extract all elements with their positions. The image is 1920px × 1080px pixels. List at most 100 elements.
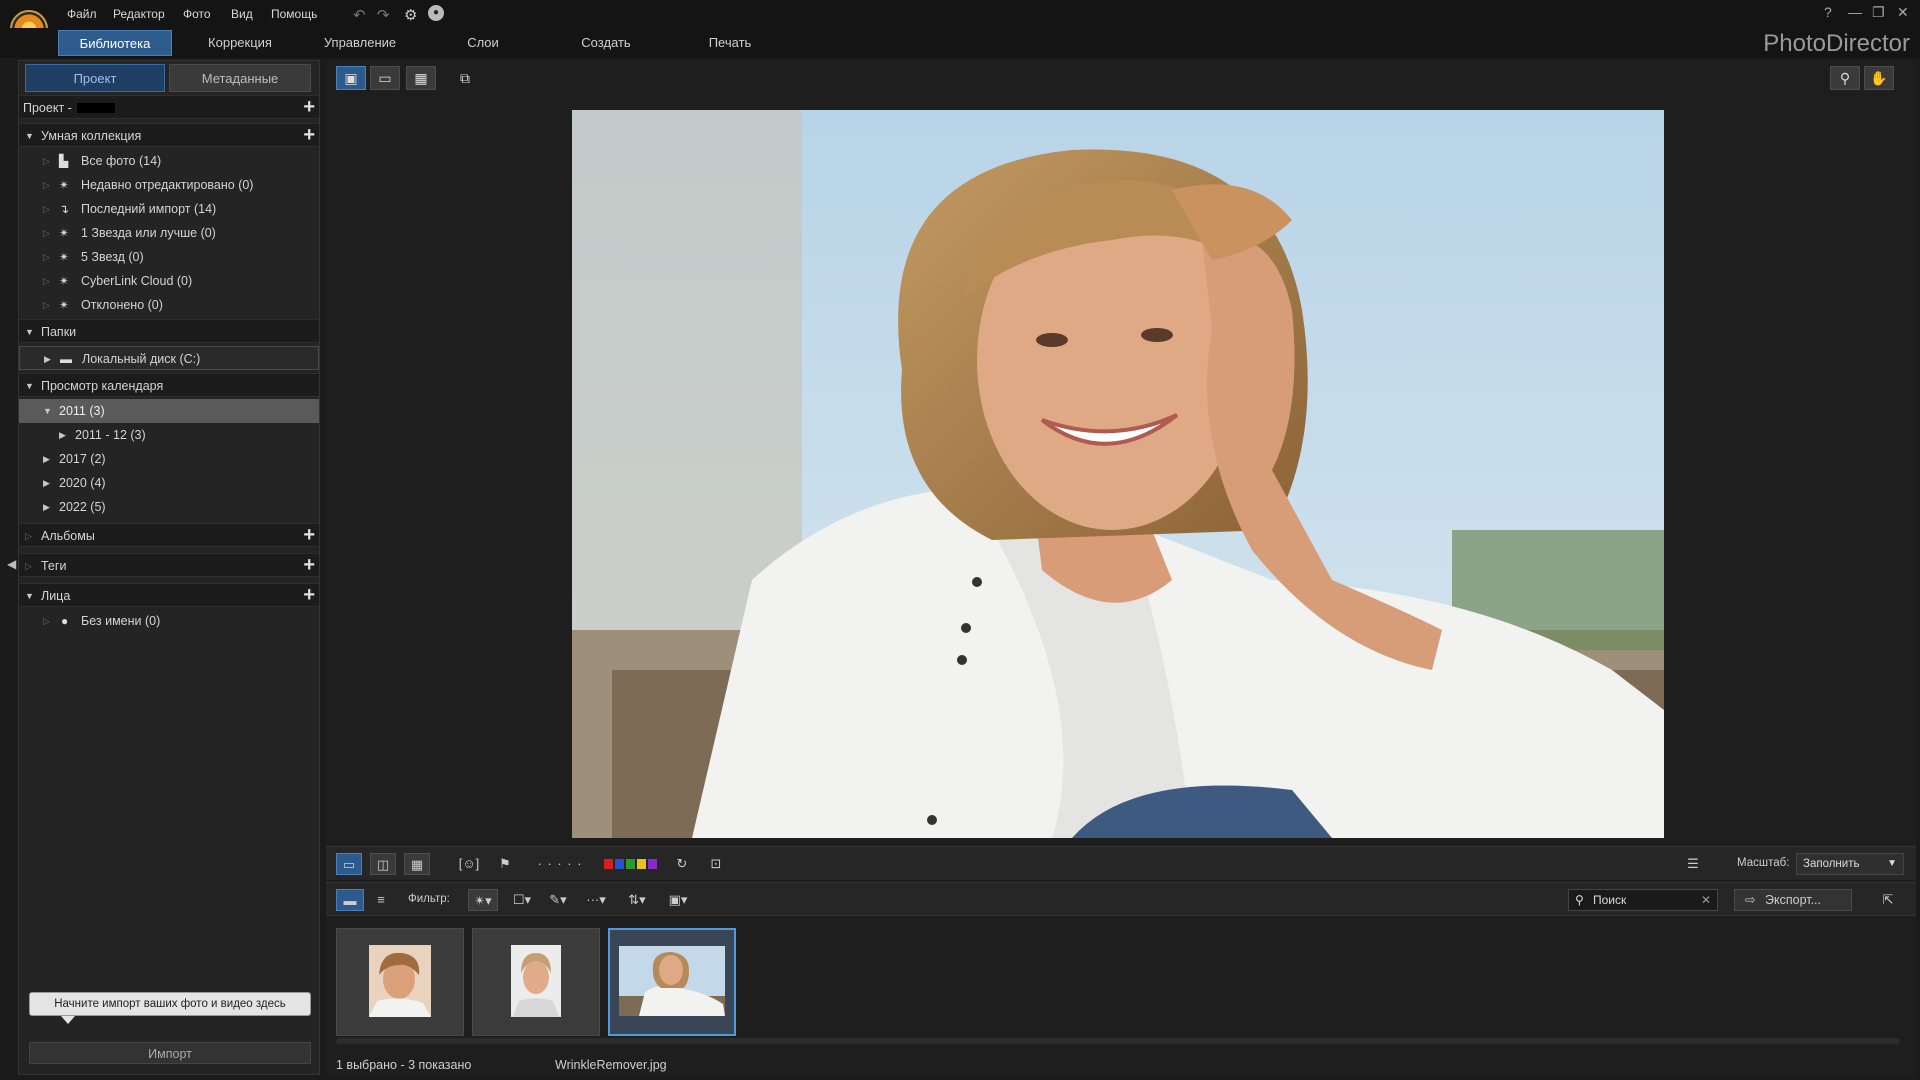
help-button[interactable]: ? <box>1824 4 1832 20</box>
multi-view-icon: ▦ <box>410 857 424 872</box>
face-tag-button[interactable]: [☺] <box>456 853 482 875</box>
search-input[interactable]: ⚲ Поиск ✕ <box>1568 889 1718 911</box>
flag-button[interactable]: ⚑ <box>492 853 518 875</box>
tab-project[interactable]: Проект <box>25 64 165 92</box>
expand-triangle-icon[interactable]: ▼ <box>25 320 34 344</box>
redo-icon[interactable]: ↷ <box>377 6 390 24</box>
tab-print[interactable]: Печать <box>680 30 780 56</box>
smart-item-cloud[interactable]: ▷ ✴ CyberLink Cloud (0) <box>19 269 319 293</box>
import-button[interactable]: Импорт <box>29 1042 311 1064</box>
thumbnail[interactable] <box>472 928 600 1036</box>
calendar-year-2011[interactable]: ▼ 2011 (3) <box>19 399 319 423</box>
smart-item-one-star[interactable]: ▷ ✴ 1 Звезда или лучше (0) <box>19 221 319 245</box>
thumbnail-selected[interactable] <box>608 928 736 1036</box>
rating-stars[interactable]: · · · · · <box>530 853 590 875</box>
filter-label: Фильтр: <box>408 893 450 905</box>
smart-item-recent-edit[interactable]: ▷ ✴ Недавно отредактировано (0) <box>19 173 319 197</box>
smart-collection-header[interactable]: ▼ Умная коллекция + <box>19 123 319 147</box>
filter-smart-button[interactable]: ✴▾ <box>468 889 498 911</box>
expand-triangle-icon[interactable]: ▷ <box>25 554 32 578</box>
menu-view[interactable]: Вид <box>231 7 253 21</box>
smart-item-five-star[interactable]: ▷ ✴ 5 Звезд (0) <box>19 245 319 269</box>
calendar-year-2022[interactable]: ▶ 2022 (5) <box>19 495 319 519</box>
view-single-button[interactable]: ▭ <box>370 66 400 90</box>
color-label-red[interactable] <box>604 859 613 869</box>
color-label-purple[interactable] <box>648 859 657 869</box>
restore-icon[interactable]: ❐ <box>1872 4 1885 21</box>
minimize-icon[interactable]: — <box>1848 4 1862 20</box>
dual-view-button[interactable]: ◫ <box>370 853 396 875</box>
collapse-panel-icon[interactable]: ◀ <box>7 557 16 571</box>
popout-button[interactable]: ⇱ <box>1874 889 1902 911</box>
tags-header[interactable]: ▷ Теги + <box>19 553 319 577</box>
settings-gear-icon[interactable]: ⚙ <box>404 6 417 24</box>
expand-triangle-icon[interactable]: ▷ <box>25 524 32 548</box>
menu-help[interactable]: Помощь <box>271 7 317 21</box>
sort-button[interactable]: ⇅▾ <box>622 889 652 911</box>
folder-item-local-disk[interactable]: ▶ ▬ Локальный диск (C:) <box>19 346 319 370</box>
view-grid-button[interactable]: ▦ <box>406 66 436 90</box>
zoom-select[interactable]: Заполнить ▼ <box>1796 853 1904 875</box>
project-row[interactable]: Проект - + <box>19 95 319 119</box>
color-label-yellow[interactable] <box>637 859 646 869</box>
albums-header[interactable]: ▷ Альбомы + <box>19 523 319 547</box>
thumbnail-image <box>369 945 431 1017</box>
smart-item-last-import[interactable]: ▷ ↴ Последний импорт (14) <box>19 197 319 221</box>
face-item-unnamed[interactable]: ▷ ● Без имени (0) <box>19 609 319 633</box>
zoom-tool-button[interactable]: ⚲ <box>1830 66 1860 90</box>
dual-view-icon: ◫ <box>376 857 390 872</box>
list-view-button[interactable]: ≡ <box>368 889 394 911</box>
tab-manage[interactable]: Управление <box>310 30 410 56</box>
expand-triangle-icon[interactable]: ▼ <box>25 584 34 608</box>
menu-photo[interactable]: Фото <box>183 7 211 21</box>
filter-edit-button[interactable]: ✎▾ <box>544 889 572 911</box>
multi-view-button[interactable]: ▦ <box>404 853 430 875</box>
tab-create[interactable]: Создать <box>556 30 656 56</box>
menu-edit[interactable]: Редактор <box>113 7 165 21</box>
stack-button[interactable]: ▣▾ <box>664 889 692 911</box>
color-label-blue[interactable] <box>615 859 624 869</box>
clear-search-icon[interactable]: ✕ <box>1701 890 1711 910</box>
single-view-button[interactable]: ▭ <box>336 853 362 875</box>
info-overlay-button[interactable]: ⊡ <box>704 853 728 875</box>
folders-header[interactable]: ▼ Папки <box>19 319 319 343</box>
expand-triangle-icon[interactable]: ▼ <box>25 124 34 148</box>
expand-triangle-icon[interactable]: ▼ <box>25 374 34 398</box>
calendar-header[interactable]: ▼ Просмотр календаря <box>19 373 319 397</box>
tab-metadata[interactable]: Метаданные <box>169 64 311 92</box>
undo-icon[interactable]: ↶ <box>353 6 366 24</box>
filter-rating-button[interactable]: ···▾ <box>580 889 612 911</box>
close-icon[interactable]: ✕ <box>1897 4 1909 21</box>
view-compare-button[interactable]: ⧉ <box>450 66 480 90</box>
sort-options-button[interactable]: ☰ <box>1680 853 1706 875</box>
export-button[interactable]: ⇨ Экспорт... <box>1734 889 1852 911</box>
menu-file[interactable]: Файл <box>67 7 97 21</box>
filmstrip-view-button[interactable]: ▬ <box>336 889 364 911</box>
tab-adjustment[interactable]: Коррекция <box>190 30 290 56</box>
tab-library[interactable]: Библиотека <box>58 30 172 56</box>
view-viewer-button[interactable]: ▣ <box>336 66 366 90</box>
add-tag-icon[interactable]: + <box>303 553 315 577</box>
smart-item-all-photos[interactable]: ▷ ▙ Все фото (14) <box>19 149 319 173</box>
search-placeholder: Поиск <box>1593 893 1627 907</box>
thumbnail[interactable] <box>336 928 464 1036</box>
main-photo[interactable] <box>572 110 1664 838</box>
add-album-icon[interactable]: + <box>303 523 315 547</box>
hand-tool-button[interactable]: ✋ <box>1864 66 1894 90</box>
calendar-year-2020[interactable]: ▶ 2020 (4) <box>19 471 319 495</box>
tab-layers[interactable]: Слои <box>433 30 533 56</box>
filmstrip-scrollbar[interactable] <box>336 1038 1900 1044</box>
filter-flag-button[interactable]: ☐▾ <box>508 889 536 911</box>
faces-header[interactable]: ▼ Лица + <box>19 583 319 607</box>
add-face-icon[interactable]: + <box>303 583 315 607</box>
add-smart-collection-icon[interactable]: + <box>303 123 315 147</box>
smart-item-rejected[interactable]: ▷ ✴ Отклонено (0) <box>19 293 319 317</box>
calendar-year-2017[interactable]: ▶ 2017 (2) <box>19 447 319 471</box>
add-project-icon[interactable]: + <box>303 95 315 119</box>
color-label-green[interactable] <box>626 859 635 869</box>
notification-icon[interactable]: ● <box>428 5 444 21</box>
photo-toolbar: ▭ ◫ ▦ [☺] ⚑ · · · · · ↻ ⊡ ☰ Масштаб: Зап… <box>326 846 1916 880</box>
calendar-month-2011-12[interactable]: ▶ 2011 - 12 (3) <box>19 423 319 447</box>
file-name: WrinkleRemover.jpg <box>555 1058 667 1072</box>
rotate-button[interactable]: ↻ <box>670 853 694 875</box>
